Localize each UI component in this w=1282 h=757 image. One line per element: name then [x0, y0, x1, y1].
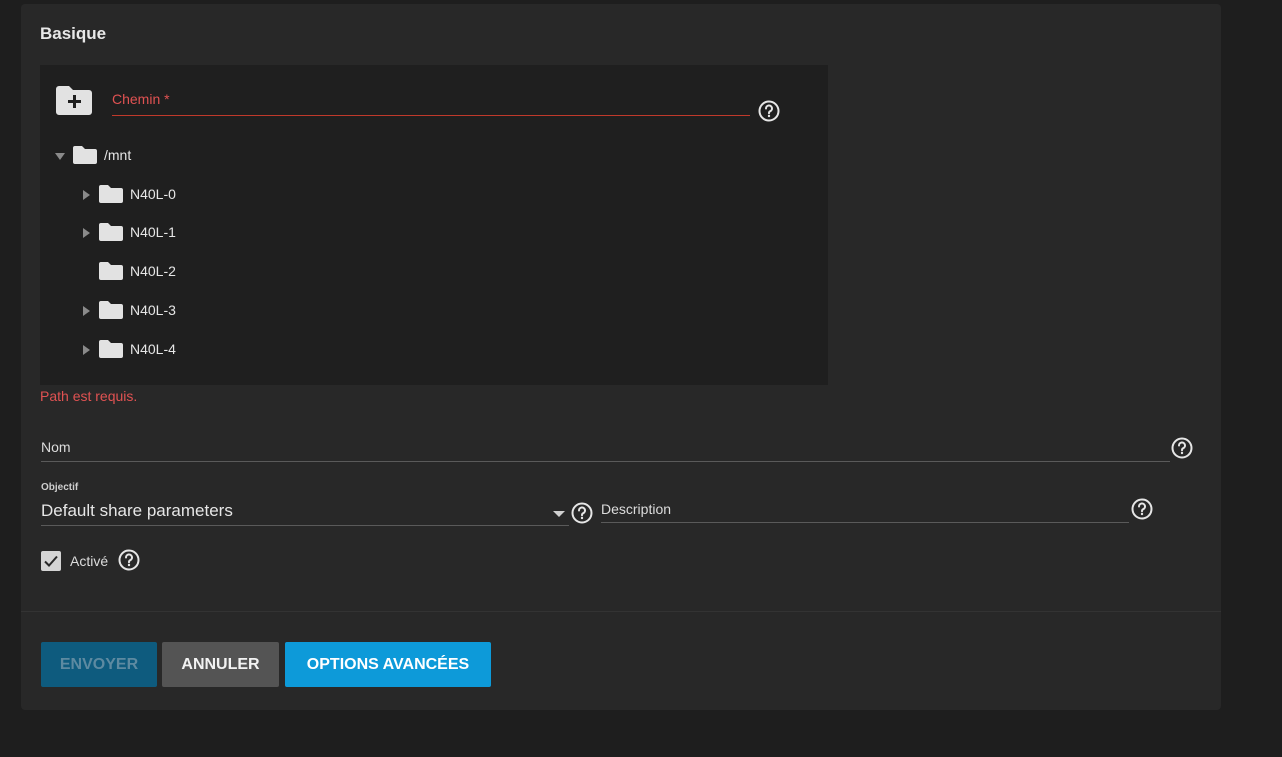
tree-item-label: N40L-1 [130, 224, 176, 240]
caret-right-icon[interactable] [80, 304, 92, 316]
share-form-card: Basique Chemin * /mnt N40L-0 N40L-1 N40L… [21, 4, 1221, 710]
checkmark-icon [44, 555, 58, 567]
folder-icon [98, 339, 124, 359]
folder-icon [98, 222, 124, 242]
purpose-label: Objectif [41, 482, 79, 493]
path-label: Chemin * [112, 91, 170, 107]
path-error-message: Path est requis. [40, 388, 138, 404]
enabled-label: Activé [70, 553, 109, 569]
purpose-help-icon[interactable] [571, 502, 593, 524]
tree-item-n40l-0[interactable]: N40L-0 [80, 182, 176, 206]
folder-icon [72, 145, 98, 165]
name-input[interactable] [41, 429, 1170, 462]
folder-icon [98, 184, 124, 204]
tree-root-mnt[interactable]: /mnt [54, 143, 131, 167]
folder-icon [98, 261, 124, 281]
enabled-checkbox[interactable] [41, 551, 61, 571]
tree-item-label: N40L-3 [130, 302, 176, 318]
folder-icon [98, 300, 124, 320]
tree-item-n40l-3[interactable]: N40L-3 [80, 298, 176, 322]
caret-right-icon[interactable] [80, 343, 92, 355]
folder-plus-icon[interactable] [54, 83, 94, 117]
chevron-down-icon[interactable] [552, 506, 566, 517]
tree-item-n40l-1[interactable]: N40L-1 [80, 220, 176, 244]
section-title: Basique [40, 24, 107, 43]
cancel-button[interactable]: ANNULER [162, 642, 279, 687]
caret-right-icon[interactable] [80, 188, 92, 200]
name-label: Nom [41, 439, 71, 455]
enabled-help-icon[interactable] [118, 549, 140, 571]
tree-item-n40l-4[interactable]: N40L-4 [80, 337, 176, 361]
tree-item-label: N40L-0 [130, 186, 176, 202]
submit-button[interactable]: ENVOYER [41, 642, 157, 687]
tree-item-n40l-2[interactable]: N40L-2 [80, 259, 176, 283]
name-help-icon[interactable] [1171, 437, 1193, 459]
divider [21, 611, 1221, 612]
caret-right-icon[interactable] [80, 226, 92, 238]
tree-item-label: N40L-2 [130, 263, 176, 279]
purpose-value: Default share parameters [41, 501, 233, 520]
description-input[interactable] [601, 492, 1129, 523]
tree-root-label: /mnt [104, 147, 132, 163]
caret-down-icon[interactable] [54, 149, 66, 161]
advanced-options-button[interactable]: OPTIONS AVANCÉES [285, 642, 491, 687]
path-input[interactable]: Chemin * [112, 91, 750, 116]
description-label: Description [601, 501, 672, 517]
path-help-icon[interactable] [758, 100, 780, 122]
tree-item-label: N40L-4 [130, 341, 176, 357]
path-explorer: Chemin * /mnt N40L-0 N40L-1 N40L-2 N40L-… [40, 65, 828, 385]
description-help-icon[interactable] [1131, 498, 1153, 520]
